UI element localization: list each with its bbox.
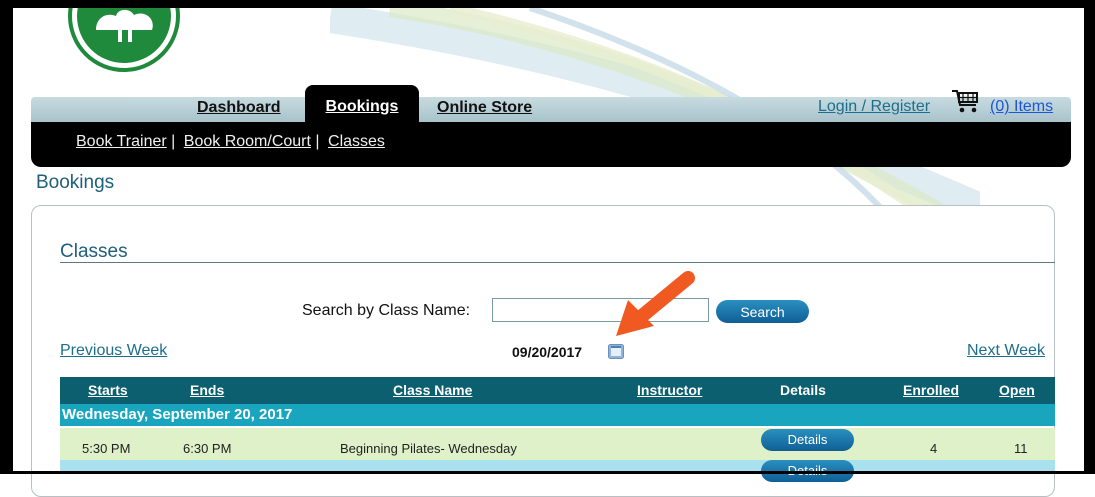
details-button[interactable]: Details xyxy=(761,429,854,451)
calendar-icon[interactable] xyxy=(608,344,624,359)
tab-dashboard[interactable]: Dashboard xyxy=(197,97,281,123)
column-header-instructor[interactable]: Instructor xyxy=(637,382,702,398)
cell-starts: 5:30 PM xyxy=(82,441,131,456)
cell-enrolled: 4 xyxy=(930,441,938,456)
screen-border-left xyxy=(0,0,13,474)
classes-section-title: Classes xyxy=(60,241,128,262)
date-group-label: Wednesday, September 20, 2017 xyxy=(62,406,293,423)
tab-bookings[interactable]: Bookings xyxy=(305,85,419,125)
cell-ends: 6:30 PM xyxy=(183,441,232,456)
subnav-classes[interactable]: Classes xyxy=(328,133,385,150)
next-week-link[interactable]: Next Week xyxy=(967,342,1045,360)
previous-week-link[interactable]: Previous Week xyxy=(60,342,167,360)
cart-items-link[interactable]: (0) Items xyxy=(990,98,1053,116)
orange-arrow-annotation xyxy=(616,271,695,336)
selected-date: 09/20/2017 xyxy=(512,344,583,360)
search-label: Search by Class Name: xyxy=(302,302,471,319)
column-header-open[interactable]: Open xyxy=(999,382,1035,398)
column-header-starts[interactable]: Starts xyxy=(88,382,128,398)
cell-class-name: Beginning Pilates- Wednesday xyxy=(340,441,517,456)
screen-border-right xyxy=(1084,0,1095,474)
subnav-book-room-court[interactable]: Book Room/Court xyxy=(184,133,311,150)
subnav-book-trainer[interactable]: Book Trainer xyxy=(76,133,167,150)
search-button[interactable]: Search xyxy=(716,300,809,323)
cell-open: 11 xyxy=(1014,441,1028,456)
login-register-link[interactable]: Login / Register xyxy=(818,98,930,116)
subnav-separator: | xyxy=(171,133,176,150)
column-header-enrolled[interactable]: Enrolled xyxy=(903,382,959,398)
sub-nav: Book Trainer | Book Room/Court | Classes xyxy=(76,133,385,151)
section-divider xyxy=(60,262,1055,263)
shopping-cart-icon[interactable] xyxy=(951,88,981,114)
column-header-class-name[interactable]: Class Name xyxy=(393,382,472,398)
column-header-details: Details xyxy=(780,382,826,398)
screen-border-top xyxy=(0,0,1095,8)
subnav-separator: | xyxy=(315,133,320,150)
column-header-ends[interactable]: Ends xyxy=(190,382,224,398)
tree-logo[interactable] xyxy=(68,0,180,72)
tab-online-store[interactable]: Online Store xyxy=(437,97,532,123)
page-title: Bookings xyxy=(36,172,115,193)
